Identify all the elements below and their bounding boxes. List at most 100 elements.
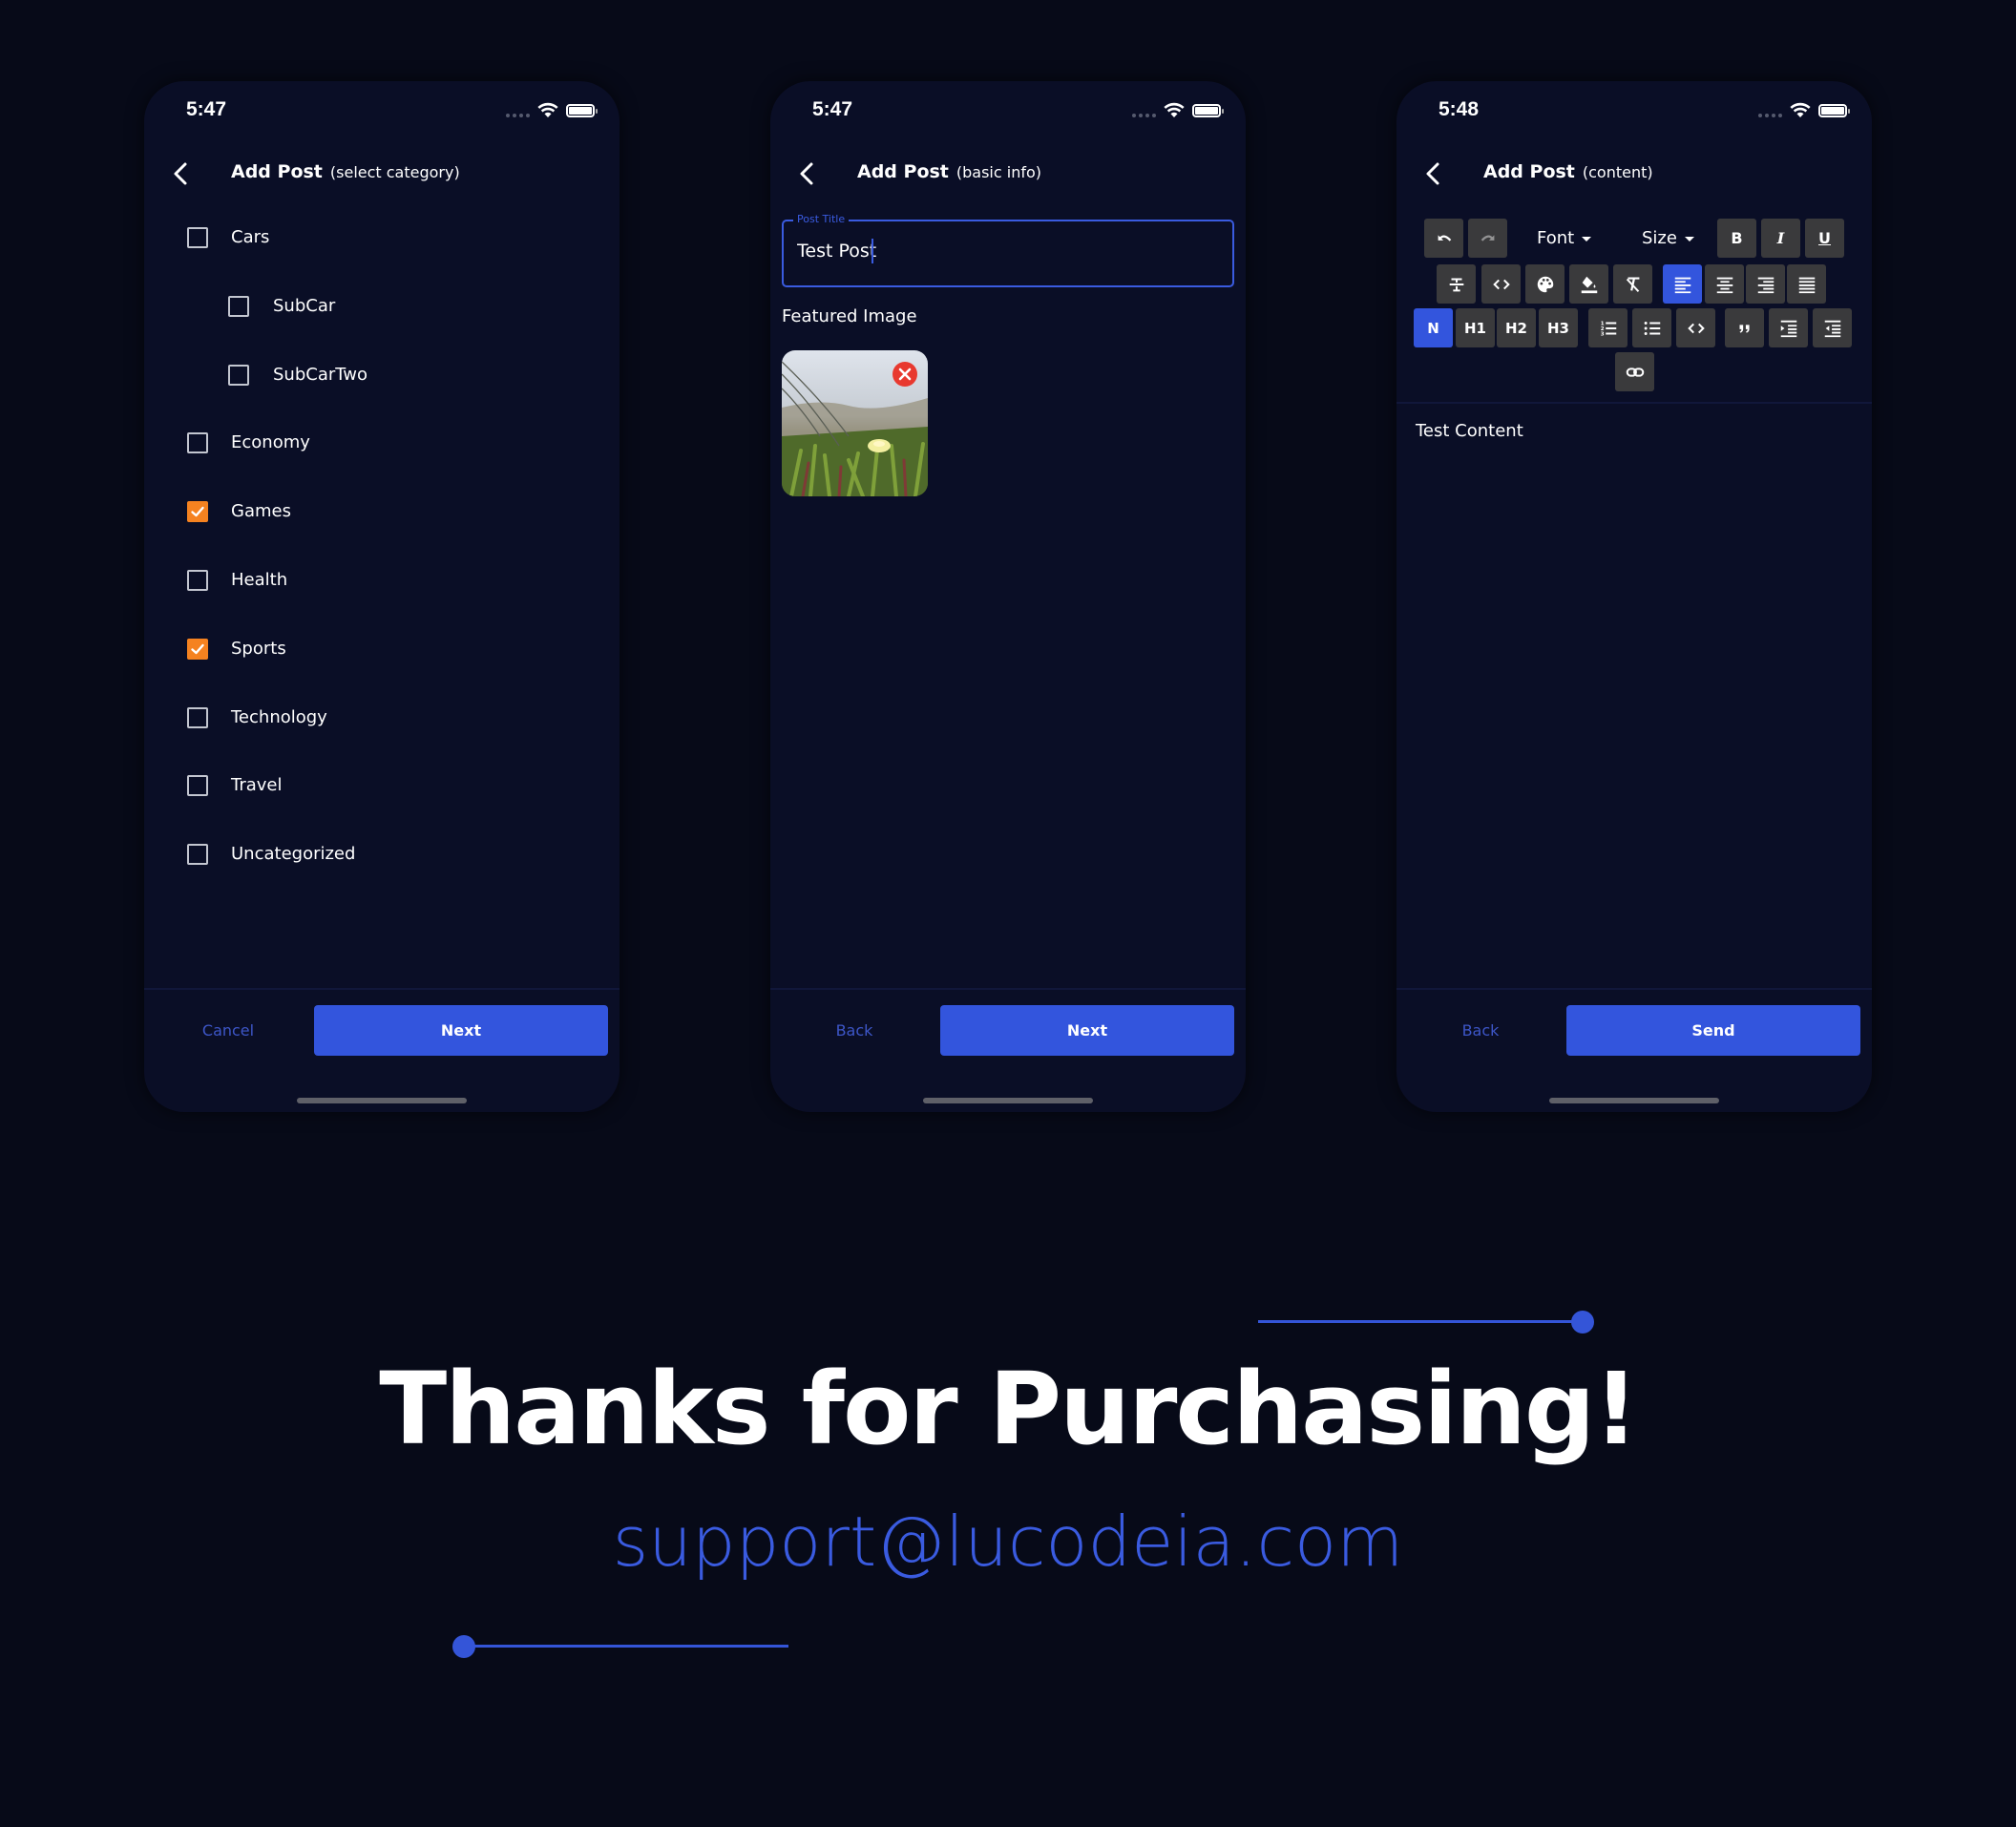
wifi-icon bbox=[1790, 102, 1811, 117]
checkbox-checked[interactable] bbox=[187, 638, 208, 660]
category-label: Economy bbox=[231, 432, 310, 453]
close-icon bbox=[898, 368, 912, 381]
checkbox[interactable] bbox=[187, 775, 208, 797]
text-caret bbox=[872, 239, 873, 263]
font-label: Font bbox=[1537, 228, 1575, 248]
checkbox[interactable] bbox=[187, 570, 208, 591]
signal-icon bbox=[1758, 113, 1782, 117]
checkbox[interactable] bbox=[228, 295, 249, 317]
post-title-input[interactable] bbox=[797, 237, 1217, 265]
clear-format-icon bbox=[1626, 276, 1639, 292]
heading-1-button[interactable]: H1 bbox=[1456, 308, 1495, 347]
header: Add Post (basic info) bbox=[770, 156, 1246, 190]
back-chevron-icon[interactable] bbox=[793, 159, 822, 188]
category-item[interactable]: SubCar bbox=[144, 287, 620, 326]
category-item[interactable]: Sports bbox=[144, 630, 620, 668]
featured-image-thumbnail[interactable] bbox=[782, 350, 928, 496]
outdent-button[interactable] bbox=[1813, 308, 1852, 347]
footer-divider bbox=[770, 988, 1246, 990]
phone-content: 5:48 Add Post (content) Font Size B I U bbox=[1396, 81, 1872, 1112]
category-label: SubCarTwo bbox=[273, 364, 368, 385]
page-subtitle: (basic info) bbox=[956, 163, 1042, 181]
home-indicator bbox=[923, 1098, 1093, 1103]
category-item[interactable]: Games bbox=[144, 493, 620, 531]
align-right-button[interactable] bbox=[1746, 264, 1785, 304]
chevron-down-icon bbox=[1582, 236, 1592, 242]
strikethrough-button[interactable] bbox=[1437, 264, 1476, 304]
blockquote-button[interactable] bbox=[1725, 308, 1764, 347]
content-editor[interactable]: Test Content bbox=[1416, 421, 1855, 975]
category-item[interactable]: SubCarTwo bbox=[144, 356, 620, 394]
cancel-button[interactable]: Cancel bbox=[171, 1005, 285, 1056]
checkbox[interactable] bbox=[187, 706, 208, 728]
post-title-label: Post Title bbox=[793, 213, 850, 225]
bold-button[interactable]: B bbox=[1717, 219, 1756, 258]
back-button[interactable]: Back bbox=[797, 1005, 912, 1056]
checkbox[interactable] bbox=[187, 844, 208, 866]
category-item[interactable]: Economy bbox=[144, 424, 620, 462]
bullet-list-button[interactable] bbox=[1632, 308, 1671, 347]
undo-button[interactable] bbox=[1424, 219, 1463, 258]
category-item[interactable]: Travel bbox=[144, 766, 620, 805]
checkbox[interactable] bbox=[228, 364, 249, 386]
checkbox-checked[interactable] bbox=[187, 501, 208, 523]
header: Add Post (content) bbox=[1396, 156, 1872, 190]
back-chevron-icon[interactable] bbox=[167, 159, 196, 188]
back-chevron-icon[interactable] bbox=[1419, 159, 1448, 188]
redo-icon bbox=[1480, 234, 1494, 242]
checkbox[interactable] bbox=[187, 227, 208, 248]
category-item[interactable]: Health bbox=[144, 561, 620, 599]
post-title-field[interactable]: Post Title bbox=[782, 213, 1234, 287]
italic-button[interactable]: I bbox=[1761, 219, 1800, 258]
checkbox[interactable] bbox=[187, 432, 208, 454]
background-color-button[interactable] bbox=[1569, 264, 1608, 304]
remove-image-button[interactable] bbox=[892, 362, 917, 387]
redo-button[interactable] bbox=[1468, 219, 1507, 258]
next-button[interactable]: Next bbox=[940, 1005, 1234, 1056]
ordered-list-icon: 123 bbox=[1600, 321, 1616, 337]
decorative-line-bottom bbox=[464, 1645, 788, 1648]
inline-code-button[interactable] bbox=[1481, 264, 1521, 304]
thanks-heading: Thanks for Purchasing! bbox=[379, 1351, 1639, 1467]
normal-text-button[interactable]: N bbox=[1414, 308, 1453, 347]
category-label: Uncategorized bbox=[231, 844, 356, 865]
status-icons bbox=[506, 102, 598, 118]
battery-icon bbox=[1818, 103, 1850, 117]
underline-button[interactable]: U bbox=[1805, 219, 1844, 258]
indent-button[interactable] bbox=[1769, 308, 1808, 347]
category-item[interactable]: Cars bbox=[144, 219, 620, 257]
support-email-link[interactable]: support@lucodeia.com bbox=[0, 1502, 2016, 1582]
text-color-button[interactable] bbox=[1525, 264, 1564, 304]
category-label: Games bbox=[231, 501, 291, 522]
title-text: Add Post bbox=[857, 161, 949, 182]
align-center-button[interactable] bbox=[1705, 264, 1744, 304]
heading-2-button[interactable]: H2 bbox=[1497, 308, 1536, 347]
ordered-list-button[interactable]: 123 bbox=[1588, 308, 1628, 347]
clear-format-button[interactable] bbox=[1613, 264, 1652, 304]
back-button[interactable]: Back bbox=[1423, 1005, 1538, 1056]
undo-icon bbox=[1438, 234, 1451, 242]
page-title: Add Post (basic info) bbox=[857, 161, 1041, 182]
align-justify-button[interactable] bbox=[1787, 264, 1826, 304]
font-dropdown[interactable]: Font bbox=[1537, 219, 1592, 258]
category-item[interactable]: Uncategorized bbox=[144, 835, 620, 873]
size-dropdown[interactable]: Size bbox=[1642, 219, 1694, 258]
next-button[interactable]: Next bbox=[314, 1005, 608, 1056]
status-time: 5:47 bbox=[186, 98, 227, 120]
link-button[interactable] bbox=[1615, 352, 1654, 391]
featured-image-label: Featured Image bbox=[782, 306, 917, 326]
quote-icon bbox=[1739, 324, 1750, 333]
send-button[interactable]: Send bbox=[1566, 1005, 1860, 1056]
page-title: Add Post (select category) bbox=[231, 161, 460, 182]
palette-icon bbox=[1537, 276, 1553, 292]
category-label: SubCar bbox=[273, 295, 336, 316]
category-label: Cars bbox=[231, 227, 270, 247]
heading-3-button[interactable]: H3 bbox=[1539, 308, 1578, 347]
category-item[interactable]: Technology bbox=[144, 699, 620, 737]
battery-icon bbox=[1192, 103, 1224, 117]
page-subtitle: (select category) bbox=[329, 163, 460, 181]
status-icons bbox=[1758, 102, 1850, 118]
align-left-button[interactable] bbox=[1663, 264, 1702, 304]
svg-text:3: 3 bbox=[1600, 331, 1604, 337]
code-block-button[interactable] bbox=[1676, 308, 1715, 347]
